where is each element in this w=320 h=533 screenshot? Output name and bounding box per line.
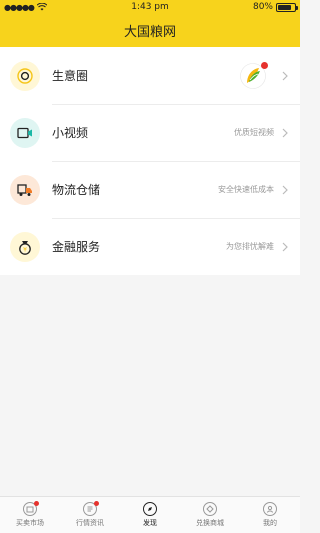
menu-right: 为您排忧解难 — [226, 218, 290, 275]
exchange-icon — [203, 502, 217, 516]
tab-label: 发现 — [143, 519, 157, 527]
camera-icon — [10, 60, 40, 91]
notification-dot — [261, 61, 268, 69]
svg-text:¥: ¥ — [23, 246, 27, 253]
tab-exchange[interactable]: 兑换商城 — [180, 497, 240, 533]
tab-market[interactable]: 买卖市场 — [0, 497, 60, 533]
tab-label: 我的 — [263, 519, 277, 527]
menu-label: 金融服务 — [52, 240, 101, 254]
menu-label: 小视频 — [52, 126, 89, 140]
chevron-right-icon — [282, 128, 288, 137]
chevron-right-icon — [282, 185, 288, 194]
menu-item-logistics[interactable]: 物流仓储 安全快速低成本 — [0, 161, 300, 218]
menu-right — [240, 47, 290, 104]
compass-icon — [143, 502, 157, 516]
market-icon — [23, 501, 39, 516]
status-bar: ●●●●● 1:43 pm 80% — [0, 0, 300, 14]
money-bag-icon: ¥ — [10, 231, 40, 262]
tab-label: 行情资讯 — [76, 519, 104, 527]
chevron-right-icon — [282, 71, 288, 80]
user-icon — [263, 502, 277, 516]
tab-news[interactable]: 行情资讯 — [60, 497, 120, 533]
tab-bar: 买卖市场 行情资讯 发现 兑换商城 我的 — [0, 496, 300, 533]
menu-right: 优质短视频 — [234, 104, 290, 161]
tab-label: 买卖市场 — [16, 519, 44, 527]
notification-dot — [94, 501, 99, 506]
nav-bar: 大国粮网 — [0, 14, 300, 47]
menu-item-business-circle[interactable]: 生意圈 — [0, 47, 300, 104]
battery-fill — [278, 4, 291, 10]
battery-icon — [276, 2, 298, 12]
menu-list: 生意圈 小视频 优质短视频 物流仓储 安全快速低成本 ¥ 金融服务 为您排忧解难 — [0, 47, 300, 275]
menu-label: 生意圈 — [52, 69, 89, 83]
news-icon — [83, 501, 99, 516]
truck-icon — [10, 174, 40, 205]
avatar — [240, 61, 268, 89]
tab-label: 兑换商城 — [196, 519, 224, 527]
menu-item-finance[interactable]: ¥ 金融服务 为您排忧解难 — [0, 218, 300, 275]
tab-me[interactable]: 我的 — [240, 497, 300, 533]
menu-subtitle: 优质短视频 — [234, 128, 274, 137]
menu-right: 安全快速低成本 — [218, 161, 290, 218]
menu-item-short-video[interactable]: 小视频 优质短视频 — [0, 104, 300, 161]
video-camera-icon — [10, 117, 40, 148]
page-title: 大国粮网 — [123, 25, 176, 40]
notification-dot — [34, 501, 39, 506]
chevron-right-icon — [282, 242, 288, 251]
menu-subtitle: 为您排忧解难 — [226, 242, 274, 251]
tab-discover[interactable]: 发现 — [120, 497, 180, 533]
menu-subtitle: 安全快速低成本 — [218, 185, 274, 194]
status-time: 1:43 pm — [131, 2, 169, 12]
menu-label: 物流仓储 — [52, 183, 101, 197]
